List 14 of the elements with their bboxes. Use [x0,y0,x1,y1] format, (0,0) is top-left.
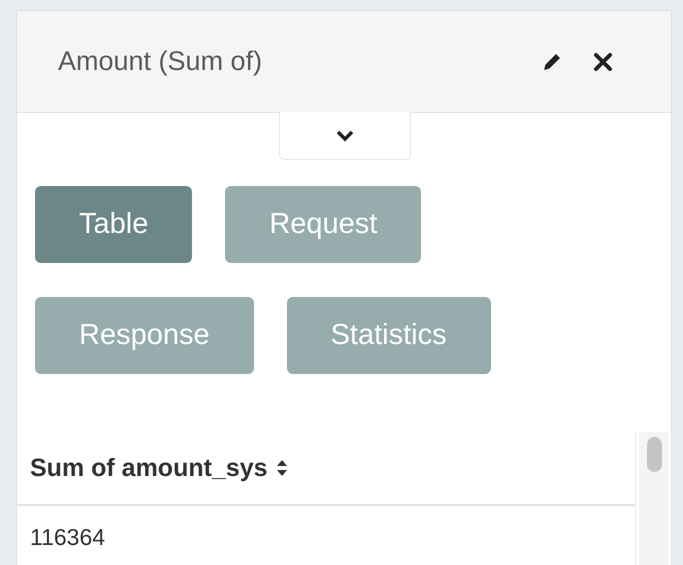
expand-toggle[interactable] [279,112,411,160]
column-title: Sum of amount_sys [30,454,268,482]
view-button[interactable]: Table [35,186,192,263]
column-header[interactable]: Sum of amount_sys [17,432,635,506]
view-button[interactable]: Statistics [286,297,491,374]
view-button[interactable]: Response [35,297,254,374]
table-cell: 116364 [30,524,106,550]
panel-title: Amount (Sum of) [58,46,262,77]
close-icon[interactable] [593,52,613,72]
sort-icon[interactable] [276,459,288,477]
chevron-down-icon [335,128,355,142]
scrollbar-thumb[interactable] [646,437,662,472]
view-button[interactable]: Request [225,186,422,263]
scrollbar[interactable] [639,432,669,565]
